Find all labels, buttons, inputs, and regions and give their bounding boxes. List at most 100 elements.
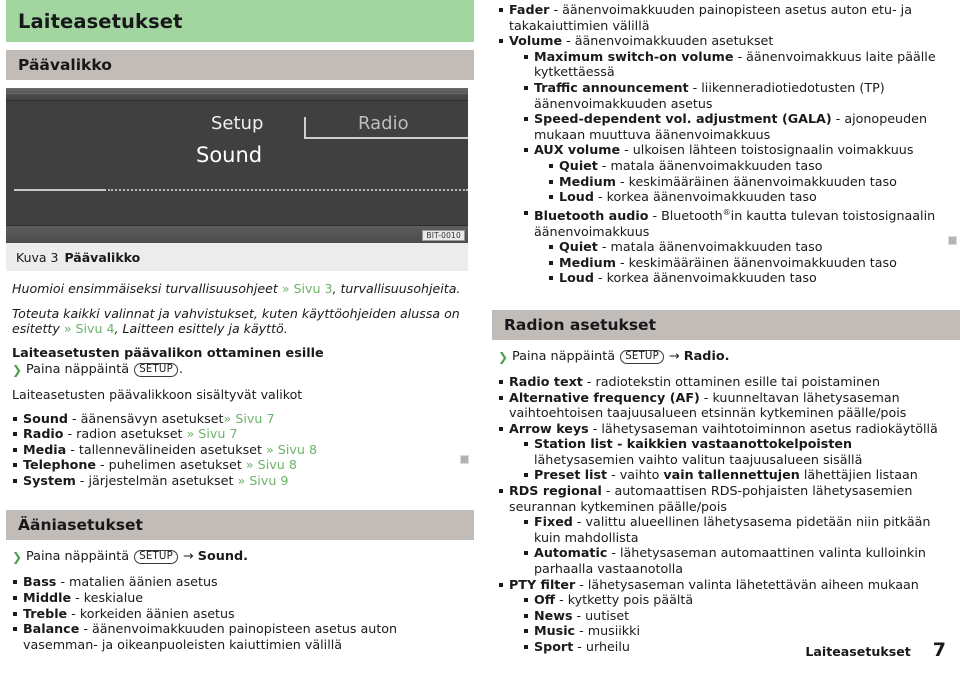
safety-note-1-post: , turvallisuusohjeita.	[332, 281, 461, 296]
list-item: Maximum switch-on volume - äänenvoimakku…	[523, 49, 956, 80]
radio-item-name: Alternative frequency (AF)	[509, 389, 700, 405]
safety-note-1-ref[interactable]: » Sivu 3	[282, 281, 333, 296]
arrow-keys-sub-desc-bold2: vain tallennettujen	[663, 467, 800, 483]
step-prefix: Paina näppäintä	[26, 362, 134, 377]
rds-sub-desc: - valittu alueellinen lähetysasema pidet…	[534, 514, 931, 545]
list-item: Alternative frequency (AF) - kuunneltava…	[498, 390, 956, 421]
scroll-indicator-filled	[14, 189, 106, 191]
list-item: Volume - äänenvoimakkuuden asetukset Max…	[498, 33, 956, 286]
column-end-marker	[460, 455, 469, 464]
column-end-marker	[948, 236, 957, 245]
menu-item-name: Sound	[23, 410, 69, 426]
volume-sub-desc: - ulkoisen lähteen toistosignaalin voima…	[620, 142, 914, 158]
arrow-keys-sub-name: Station list	[534, 436, 613, 452]
volume-sub-name: Maximum switch-on volume	[534, 48, 734, 64]
setup-key-button[interactable]: SETUP	[620, 349, 664, 364]
bt-level-name: Loud	[559, 270, 594, 286]
bt-level-desc: - korkea äänenvoimakkuuden taso	[593, 270, 817, 286]
pty-sub-desc: - kytketty pois päältä	[555, 592, 694, 608]
list-item: Telephone - puhelimen asetukset » Sivu 8	[12, 457, 470, 473]
section-bar-paavalikko: Päävalikko	[6, 50, 474, 80]
menu-item-ref[interactable]: » Sivu 8	[266, 442, 317, 457]
list-item: Fixed - valittu alueellinen lähetysasema…	[523, 514, 956, 545]
chevron-right-icon: ❯	[12, 363, 23, 377]
arrow-right-icon: →	[178, 549, 198, 565]
section-title-paavalikko: Päävalikko	[18, 56, 112, 74]
radio-settings-list: Radio text - radiotekstin ottaminen esil…	[498, 374, 956, 655]
rds-sub-name: Automatic	[534, 545, 608, 561]
volume-sub-name: AUX volume	[534, 142, 621, 158]
footer-page-number: 7	[932, 639, 946, 661]
sound-item-name: Volume	[509, 33, 563, 49]
menu-item-ref[interactable]: » Sivu 7	[224, 411, 275, 426]
device-screen: Setup Radio Sound	[6, 101, 468, 225]
page-footer: Laiteasetukset 7	[805, 639, 946, 661]
menu-item-ref[interactable]: » Sivu 9	[237, 473, 288, 488]
aux-level-desc: - matala äänenvoimakkuuden taso	[597, 157, 823, 173]
sound-item-desc: - keskialue	[71, 590, 144, 606]
setup-key-button[interactable]: SETUP	[134, 550, 178, 565]
radio-step-prefix: Paina näppäintä	[512, 348, 620, 364]
bluetooth-audio-name: Bluetooth audio	[534, 207, 649, 223]
menu-item-desc: - järjestelmän asetukset	[75, 472, 238, 488]
list-item: Automatic - lähetysaseman automaattinen …	[523, 545, 956, 576]
section-bar-radion-asetukset: Radion asetukset	[492, 309, 960, 340]
list-item: RDS regional - automaattisen RDS-pohjais…	[498, 483, 956, 577]
sound-step-target: Sound.	[197, 549, 249, 565]
menu-item-desc: - radion asetukset	[63, 426, 187, 442]
chapter-title: Laiteasetukset	[18, 9, 183, 33]
open-main-menu-step: ❯ Paina näppäintä SETUP.	[12, 362, 470, 378]
sound-item-name: Middle	[23, 590, 72, 606]
arrow-keys-sub-desc: lähetysasemien vaihto valitun taajuusalu…	[534, 451, 863, 467]
list-item: Off - kytketty pois päältä	[523, 592, 956, 608]
menus-intro: Laiteasetusten päävalikkoon sisältyvät v…	[12, 387, 303, 402]
section-bar-aaniasetukset: Ääniasetukset	[6, 510, 474, 541]
page-root: Laiteasetukset Päävalikko Setup Radio So…	[0, 0, 960, 673]
menu-item-desc: - puhelimen asetukset	[96, 457, 246, 473]
bt-level-desc: - keskimääräinen äänenvoimakkuuden taso	[615, 254, 897, 270]
pty-filter-desc: - lähetysaseman valinta lähetettävän aih…	[575, 576, 919, 592]
safety-note-2-ref[interactable]: » Sivu 4	[64, 321, 115, 336]
setup-key-button[interactable]: SETUP	[134, 363, 178, 377]
sound-step-text: Paina näppäintä SETUP → Sound.	[26, 549, 248, 565]
list-item: Fader - äänenvoimakkuuden painopisteen a…	[498, 2, 956, 33]
registered-trademark-icon: ®	[722, 207, 731, 217]
aux-level-name: Quiet	[559, 157, 598, 173]
list-item: Music - musiikki	[523, 623, 956, 639]
list-item: Loud - korkea äänenvoimakkuuden taso	[548, 189, 956, 205]
figure-caption-name: Päävalikko	[64, 249, 141, 265]
pty-sub-name: News	[534, 607, 573, 623]
list-item: Loud - korkea äänenvoimakkuuden taso	[548, 270, 956, 286]
list-item: News - uutiset	[523, 608, 956, 624]
aux-levels-list: Quiet - matala äänenvoimakkuuden taso Me…	[534, 158, 956, 205]
figure-code-label: BIT-0010	[422, 230, 465, 241]
sound-item-desc: - korkeiden äänien asetus	[67, 605, 235, 621]
radio-item-desc: - radiotekstin ottaminen esille tai pois…	[582, 373, 881, 389]
aux-level-desc: - keskimääräinen äänenvoimakkuuden taso	[615, 173, 897, 189]
pty-sub-desc: - musiikki	[575, 623, 641, 639]
rds-sub-name: Fixed	[534, 514, 573, 530]
open-main-menu-step-text: Paina näppäintä SETUP.	[26, 362, 183, 378]
chapter-title-bar: Laiteasetukset	[6, 0, 474, 42]
volume-sub-list: Maximum switch-on volume - äänenvoimakku…	[509, 49, 956, 286]
sound-step-prefix: Paina näppäintä	[26, 549, 134, 565]
list-item: Quiet - matala äänenvoimakkuuden taso	[548, 239, 956, 255]
bt-level-name: Quiet	[559, 239, 598, 255]
sound-item-desc: - äänenvoimakkuuden painopisteen asetus …	[509, 2, 912, 33]
menu-item-name: System	[23, 472, 76, 488]
menu-item-ref[interactable]: » Sivu 7	[187, 426, 238, 441]
device-selected-item-sound: Sound	[196, 143, 263, 167]
sound-item-desc: - äänenvoimakkuuden asetukset	[562, 33, 774, 49]
safety-note-2-post: , Laitteen esittely ja käyttö.	[114, 321, 288, 336]
open-main-menu-heading: Laiteasetusten päävalikon ottaminen esil…	[12, 345, 324, 361]
menu-item-desc: - äänensävyn asetukset	[68, 410, 224, 426]
chevron-right-icon: ❯	[498, 349, 509, 364]
menu-item-ref[interactable]: » Sivu 8	[246, 457, 297, 472]
sound-item-desc: - äänenvoimakkuuden painopisteen asetus …	[23, 621, 398, 652]
figure-caption: Kuva 3 Päävalikko	[6, 243, 468, 271]
rds-regional-name: RDS regional	[509, 483, 602, 499]
radio-step-target: Radio.	[683, 348, 730, 364]
section-title-radion-asetukset: Radion asetukset	[504, 315, 656, 334]
aux-level-desc: - korkea äänenvoimakkuuden taso	[593, 189, 817, 205]
radio-item-desc: - lähetysaseman vaihtotoiminnon asetus r…	[588, 420, 938, 436]
